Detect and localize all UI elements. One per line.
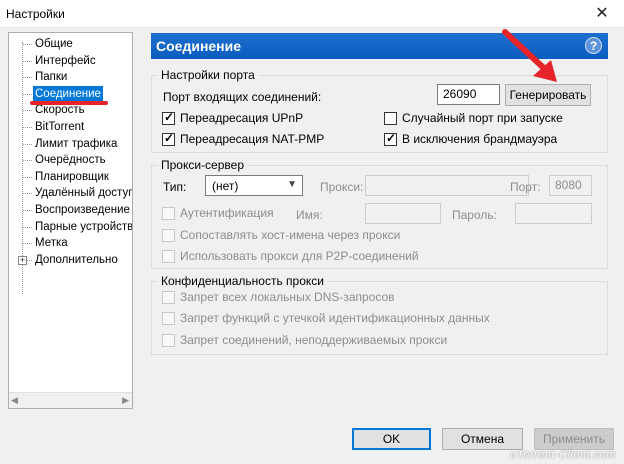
resolve-hostnames-label: Сопоставлять хост-имена через прокси bbox=[180, 228, 401, 242]
incoming-port-label: Порт входящих соединений: bbox=[163, 90, 322, 104]
proxy-port-input[interactable]: 8080 bbox=[549, 175, 592, 196]
checkbox-box[interactable] bbox=[162, 250, 175, 263]
checkbox-box[interactable] bbox=[162, 312, 175, 325]
checkbox-box[interactable] bbox=[162, 229, 175, 242]
tree-horizontal-scrollbar[interactable]: ◀ ▶ bbox=[9, 392, 132, 408]
sidebar-item[interactable]: Очерёдность bbox=[33, 152, 108, 169]
tree-connector bbox=[23, 143, 32, 145]
proxy-type-label: Тип: bbox=[163, 180, 187, 194]
leak-label: Запрет функций с утечкой идентификационн… bbox=[180, 311, 490, 325]
scroll-left-icon[interactable]: ◀ bbox=[11, 395, 18, 406]
checkbox-box[interactable] bbox=[162, 207, 175, 220]
tree-connector bbox=[23, 193, 32, 195]
ok-button[interactable]: OK bbox=[352, 428, 431, 450]
checkbox-box[interactable] bbox=[162, 111, 175, 125]
sidebar-item[interactable]: Лимит трафика bbox=[33, 136, 119, 153]
tree-connector bbox=[23, 44, 32, 45]
tree-connector bbox=[23, 93, 32, 95]
proxy-type-value: (нет) bbox=[212, 179, 239, 193]
sidebar-item[interactable]: Папки bbox=[33, 69, 69, 86]
panel-title: Соединение bbox=[156, 38, 242, 54]
checkbox-box[interactable] bbox=[384, 132, 397, 146]
tree-connector bbox=[23, 110, 32, 112]
firewall-label: В исключения брандмауэра bbox=[402, 132, 558, 146]
sidebar-item[interactable]: Метка bbox=[33, 235, 70, 252]
tree-connector bbox=[23, 77, 32, 79]
settings-tree[interactable]: Общие Интерфейс Папки Соединение Скорость Bit… bbox=[8, 32, 133, 409]
port-settings-title: Настройки порта bbox=[158, 68, 258, 82]
port-input[interactable]: 26090 bbox=[437, 84, 500, 105]
proxy-password-label: Пароль: bbox=[452, 208, 497, 222]
watermark: uTorrent-Client.com bbox=[510, 449, 616, 461]
checkbox-box[interactable] bbox=[162, 132, 175, 146]
chevron-down-icon[interactable]: ▼ bbox=[287, 179, 297, 190]
proxy-address-label: Прокси: bbox=[320, 180, 364, 194]
tree-connector bbox=[23, 210, 32, 211]
close-icon[interactable]: ✕ bbox=[580, 0, 624, 28]
checkbox-box[interactable] bbox=[162, 334, 175, 347]
unsupported-label: Запрет соединений, неподдерживаемых прок… bbox=[180, 333, 448, 347]
sidebar-item[interactable]: Парные устройства bbox=[33, 219, 132, 236]
title-bar: Настройки ✕ bbox=[0, 0, 624, 28]
proxy-password-input[interactable] bbox=[515, 203, 592, 224]
sidebar-item[interactable]: BitTorrent bbox=[33, 119, 86, 136]
sidebar-item[interactable]: Интерфейс bbox=[33, 53, 98, 70]
proxy-port-label: Порт: bbox=[510, 180, 541, 194]
random-port-label: Случайный порт при запуске bbox=[402, 111, 563, 125]
help-icon[interactable]: ? bbox=[585, 37, 602, 54]
tree-connector bbox=[23, 160, 32, 162]
proxy-group-title: Прокси-сервер bbox=[158, 158, 247, 172]
expand-icon[interactable]: + bbox=[18, 255, 27, 265]
annotation-arrow-icon bbox=[502, 29, 557, 82]
tree-connector bbox=[23, 176, 32, 178]
apply-button[interactable]: Применить bbox=[534, 428, 614, 450]
proxy-type-select[interactable]: (нет) ▼ bbox=[205, 175, 303, 196]
proxy-name-label: Имя: bbox=[296, 208, 323, 222]
p2p-proxy-label: Использовать прокси для P2P-соединений bbox=[180, 249, 419, 263]
scroll-right-icon[interactable]: ▶ bbox=[122, 395, 129, 406]
tree-connector bbox=[23, 127, 32, 128]
cancel-button[interactable]: Отмена bbox=[442, 428, 523, 450]
sidebar-item[interactable]: Удалённый доступ bbox=[33, 185, 132, 202]
natpmp-label: Переадресация NAT-PMP bbox=[180, 132, 325, 146]
checkbox-box[interactable] bbox=[162, 291, 175, 304]
tree-connector bbox=[23, 243, 32, 245]
sidebar-item[interactable]: Общие bbox=[33, 36, 75, 53]
auth-label: Аутентификация bbox=[180, 206, 274, 220]
proxy-name-input[interactable] bbox=[365, 203, 441, 224]
sidebar-item[interactable]: Дополнительно bbox=[33, 252, 120, 269]
proxy-address-input[interactable] bbox=[365, 175, 529, 196]
window-title: Настройки bbox=[6, 7, 65, 21]
sidebar-item[interactable]: Планировщик bbox=[33, 169, 111, 186]
checkbox-box[interactable] bbox=[384, 112, 397, 125]
generate-button[interactable]: Генерировать bbox=[505, 84, 591, 106]
tree-connector bbox=[23, 226, 32, 228]
proxy-privacy-title: Конфиденциальность прокси bbox=[158, 274, 327, 288]
dns-label: Запрет всех локальных DNS-запросов bbox=[180, 290, 395, 304]
upnp-label: Переадресация UPnP bbox=[180, 111, 304, 125]
sidebar-item[interactable]: Воспроизведение bbox=[33, 202, 132, 219]
annotation-underline bbox=[30, 101, 108, 105]
tree-connector bbox=[23, 60, 32, 62]
